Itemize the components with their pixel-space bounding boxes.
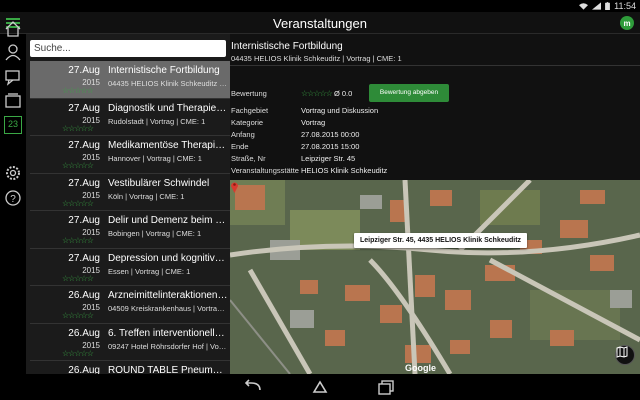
svg-text:?: ? xyxy=(10,194,16,205)
field-key: Kategorie xyxy=(231,118,264,127)
rating-stars: ☆☆☆☆☆ xyxy=(62,273,94,283)
event-list: 27.Aug 2015 ☆☆☆☆☆ Internistische Fortbil… xyxy=(30,61,230,374)
event-date: 27.Aug xyxy=(68,140,100,151)
rating-stars: ☆☆☆☆☆ xyxy=(301,89,333,98)
rating-stars: ☆☆☆☆☆ xyxy=(62,236,94,245)
folder-icon[interactable] xyxy=(4,92,22,110)
event-date: 26.Aug xyxy=(68,327,100,339)
event-title: ROUND TABLE Pneumolog... xyxy=(108,365,228,374)
event-date: 27.Aug xyxy=(68,215,100,226)
event-date: 27.Aug xyxy=(68,177,100,189)
event-list-pane: Suche... 27.Aug 2015 ☆☆☆☆☆ Internistisch… xyxy=(26,34,230,374)
event-title: Delir und Demenz beim älte... xyxy=(108,215,228,226)
field-value: 27.08.2015 00:00 xyxy=(301,130,360,139)
list-item[interactable]: 26.Aug 2015 ☆☆☆☆☆ 6. Treffen interventio… xyxy=(30,324,230,361)
event-detail-pane: Internistische Fortbildung 04435 HELIOS … xyxy=(230,34,640,180)
list-item[interactable]: 27.Aug 2015 ☆☆☆☆☆ Internistische Fortbil… xyxy=(30,61,230,99)
event-title: Diagnostik und Therapie de... xyxy=(108,102,228,114)
profile-icon[interactable] xyxy=(4,43,22,61)
rating-label: Bewertung xyxy=(231,89,267,98)
rating-stars: ☆☆☆☆☆ xyxy=(62,86,94,95)
submit-rating-button[interactable]: Bewertung abgeben xyxy=(369,84,449,102)
map-layers-button[interactable] xyxy=(615,345,635,365)
event-date: 27.Aug xyxy=(68,252,100,264)
list-item[interactable]: 27.Aug 2015 ☆☆☆☆☆ Diagnostik und Therapi… xyxy=(30,99,230,136)
map-marker-label[interactable]: Leipziger Str. 45, 4435 HELIOS Klinik Sc… xyxy=(354,233,528,248)
list-item[interactable]: 26.Aug 2015 ☆☆☆☆☆ Arzneimittelinteraktio… xyxy=(30,286,230,324)
event-date: 26.Aug xyxy=(68,365,100,374)
chat-icon[interactable] xyxy=(4,68,22,86)
field-value: HELIOS Klinik Schkeuditz xyxy=(301,166,388,175)
detail-subtitle: 04435 HELIOS Klinik Schkeuditz | Vortrag… xyxy=(231,54,402,63)
field-value: Leipziger Str. 45 xyxy=(301,154,356,163)
list-item[interactable]: 26.Aug 2015 ROUND TABLE Pneumolog... xyxy=(30,361,230,374)
list-item[interactable]: 27.Aug 2015 ☆☆☆☆☆ Depression und kogniti… xyxy=(30,249,230,286)
field-value: Vortrag xyxy=(301,118,326,127)
help-icon[interactable]: ? xyxy=(4,189,22,207)
rating-stars: ☆☆☆☆☆ xyxy=(62,123,94,133)
list-item[interactable]: 27.Aug 2015 ☆☆☆☆☆ Delir und Demenz beim … xyxy=(30,211,230,249)
status-bar: 11:54 xyxy=(0,0,640,12)
list-item[interactable]: 27.Aug 2015 ☆☆☆☆☆ Medikamentöse Therapie… xyxy=(30,136,230,174)
system-nav-bar xyxy=(0,374,640,400)
field-key: Ende xyxy=(231,142,249,151)
search-input[interactable]: Suche... xyxy=(30,40,226,57)
rating-stars: ☆☆☆☆☆ xyxy=(62,348,94,358)
rating-value: Ø 0.0 xyxy=(333,89,353,98)
event-subtitle: Rudolstadt | Vortrag | CME: 1 xyxy=(108,116,206,126)
field-key: Straße, Nr xyxy=(231,154,266,163)
satellite-map-image xyxy=(230,180,640,374)
page-title: Veranstaltungen xyxy=(273,16,367,31)
field-value: 27.08.2015 15:00 xyxy=(301,142,360,151)
event-subtitle: 04435 HELIOS Klinik Schkeuditz | Vortrag… xyxy=(108,79,228,88)
list-item[interactable]: 27.Aug 2015 ☆☆☆☆☆ Vestibulärer Schwindel… xyxy=(30,174,230,211)
recents-icon[interactable] xyxy=(376,379,396,395)
battery-icon xyxy=(605,2,611,10)
event-subtitle: Bobingen | Vortrag | CME: 1 xyxy=(108,229,202,238)
event-date: 27.Aug xyxy=(68,102,100,114)
event-subtitle: 09247 Hotel Röhrsdorfer Hof | Vortrag | … xyxy=(108,341,228,351)
settings-icon[interactable] xyxy=(4,164,22,182)
map-icon xyxy=(616,346,628,358)
detail-title: Internistische Fortbildung xyxy=(231,41,343,52)
event-title: Depression und kognitive S... xyxy=(108,252,228,264)
event-title: 6. Treffen interventioneller... xyxy=(108,327,228,339)
event-subtitle: Essen | Vortrag | CME: 1 xyxy=(108,266,191,276)
field-key: Anfang xyxy=(231,130,255,139)
calendar-icon[interactable]: 23 xyxy=(4,116,22,134)
field-key: Veranstaltungsstätte xyxy=(231,166,299,175)
rating-stars: ☆☆☆☆☆ xyxy=(62,161,94,170)
app-bar: Veranstaltungen m xyxy=(0,12,640,34)
field-value: Vortrag und Diskussion xyxy=(301,106,379,115)
field-key: Fachgebiet xyxy=(231,106,269,115)
rating-stars: ☆☆☆☆☆ xyxy=(62,311,94,320)
divider xyxy=(230,65,640,66)
event-date: 27.Aug xyxy=(68,65,100,76)
map-attribution: Google xyxy=(405,363,436,373)
wifi-icon xyxy=(579,3,589,10)
event-date: 26.Aug xyxy=(68,290,100,301)
clock: 11:54 xyxy=(614,1,636,11)
signal-icon xyxy=(592,2,602,10)
event-title: Internistische Fortbildung xyxy=(108,65,220,76)
event-title: Medikamentöse Therapie v... xyxy=(108,140,228,151)
event-subtitle: 04509 Kreiskrankenhaus | Vortrag | CME: … xyxy=(108,304,228,313)
event-subtitle: Köln | Vortrag | CME: 1 xyxy=(108,191,185,201)
back-icon[interactable] xyxy=(243,379,263,395)
app-logo-icon[interactable]: m xyxy=(620,16,634,30)
home-button-icon[interactable] xyxy=(310,379,330,395)
map-pin-icon[interactable] xyxy=(230,180,239,193)
left-nav-rail: 23 ? xyxy=(0,21,26,374)
event-subtitle: Hannover | Vortrag | CME: 1 xyxy=(108,154,202,163)
event-title: Vestibulärer Schwindel xyxy=(108,177,210,189)
map-view[interactable]: Leipziger Str. 45, 4435 HELIOS Klinik Sc… xyxy=(230,180,640,374)
rating-stars: ☆☆☆☆☆ xyxy=(62,198,94,208)
event-title: Arzneimittelinteraktionen b... xyxy=(108,290,228,301)
home-icon[interactable] xyxy=(4,20,22,38)
